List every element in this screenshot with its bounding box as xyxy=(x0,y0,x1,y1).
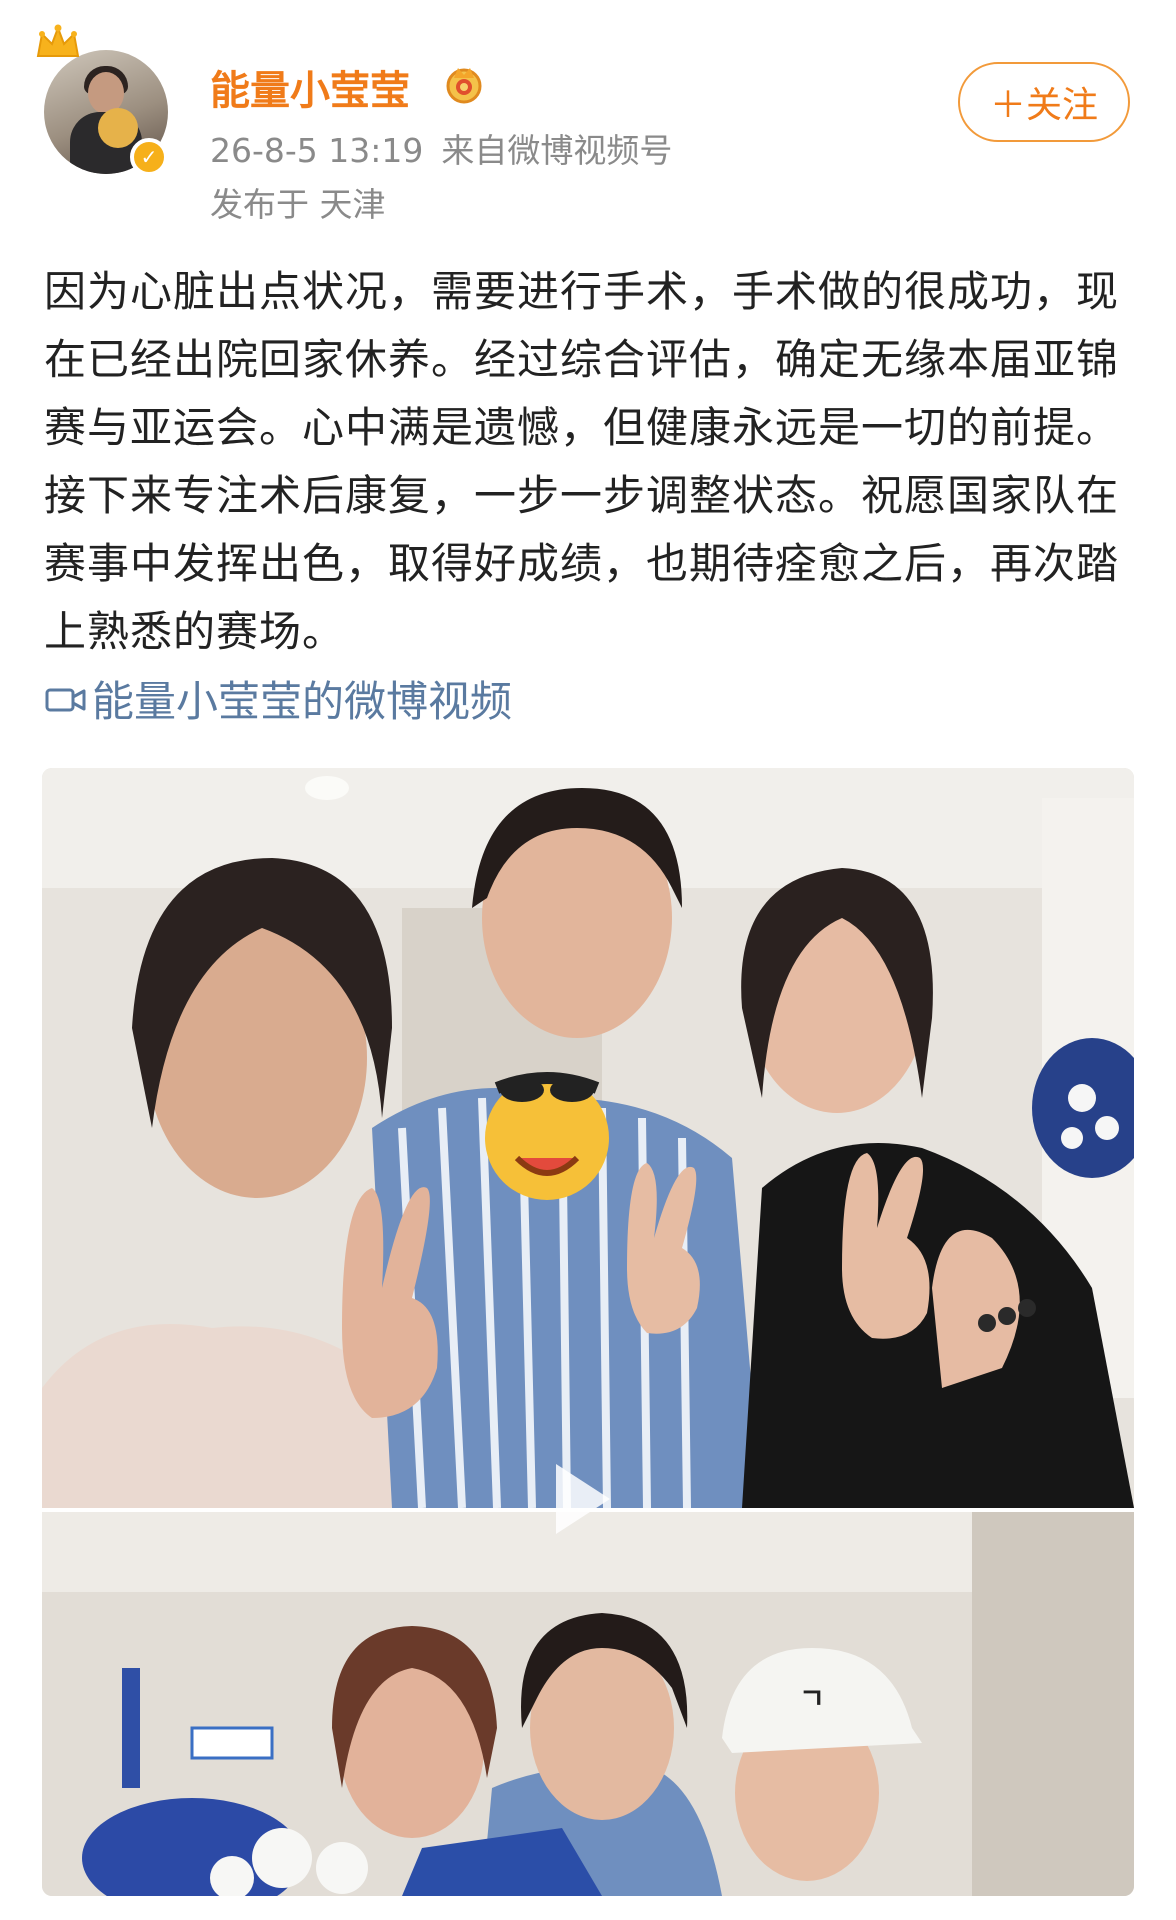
post-photo[interactable]: ㄱ xyxy=(42,768,1134,1896)
video-link[interactable]: 能量小莹莹的微博视频 xyxy=(44,668,512,729)
post-text: 因为心脏出点状况，需要进行手术，手术做的很成功，现在已经出院回家休养。经过综合评… xyxy=(44,267,1120,656)
post-location: 发布于 天津 xyxy=(210,185,386,224)
post-source[interactable]: 来自微博视频号 xyxy=(441,131,672,170)
avatar[interactable]: ✓ xyxy=(44,50,168,176)
username[interactable]: 能量小莹莹 xyxy=(210,58,410,116)
vip-badge-icon[interactable] xyxy=(442,62,486,106)
video-camera-icon xyxy=(45,688,86,711)
svg-text:ㄱ: ㄱ xyxy=(799,1682,825,1715)
verified-badge-icon: ✓ xyxy=(130,138,168,176)
post-meta: 26-8-5 13:19 来自微博视频号 xyxy=(210,124,672,172)
post-photo-image: ㄱ xyxy=(42,768,1134,1896)
crown-icon xyxy=(36,24,80,57)
video-link-label[interactable]: 能量小莹莹的微博视频 xyxy=(92,668,512,729)
post-timestamp: 26-8-5 13:19 xyxy=(210,131,424,170)
follow-button[interactable]: ＋关注 xyxy=(958,62,1130,142)
play-icon[interactable] xyxy=(540,1454,620,1544)
